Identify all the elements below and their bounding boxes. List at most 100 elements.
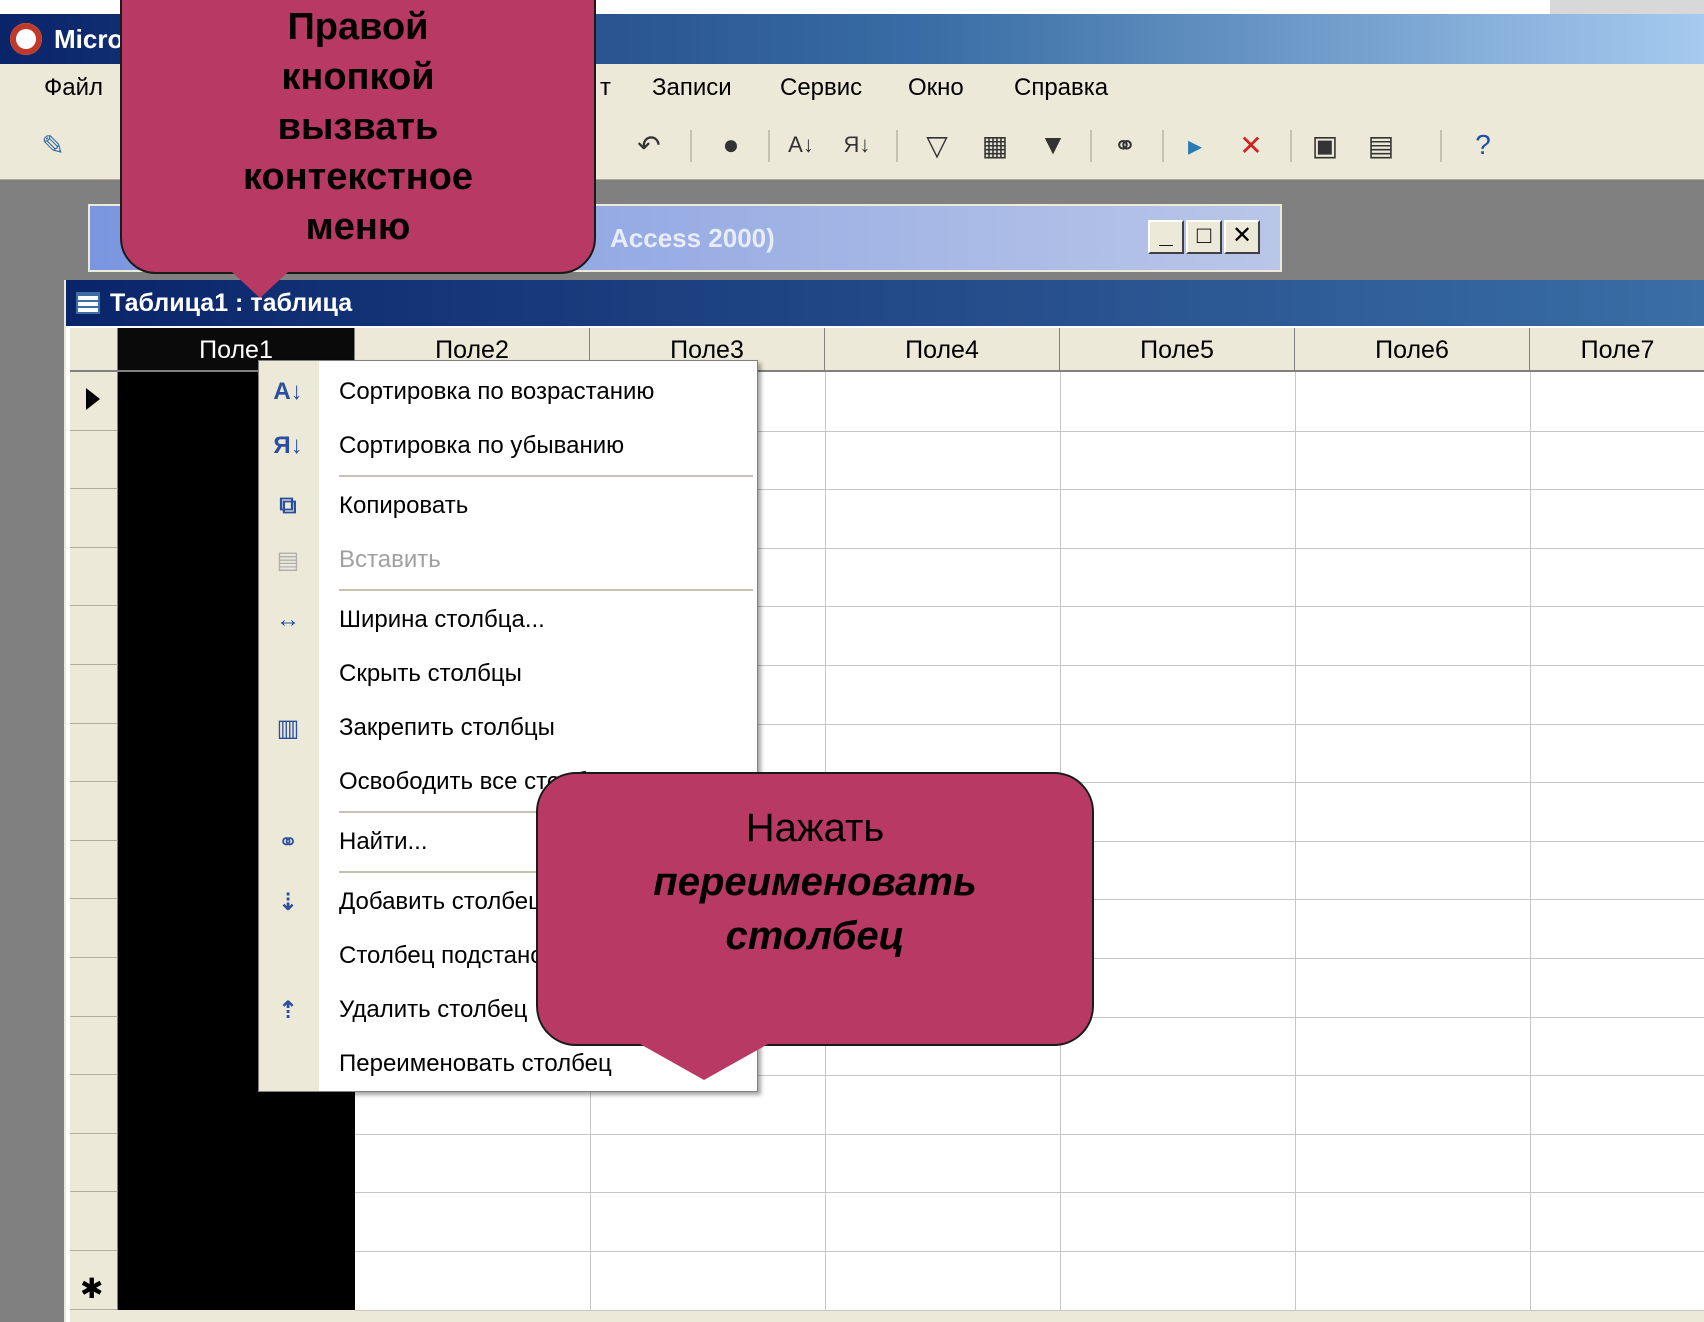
menu-item-sort-ascending[interactable]: A↓ Сортировка по возрастанию bbox=[259, 365, 757, 419]
paste-icon: ▤ bbox=[276, 546, 300, 574]
column-header-pole7[interactable]: Поле7 bbox=[1530, 328, 1704, 372]
toolbar-separator bbox=[1162, 130, 1164, 162]
row-selector[interactable] bbox=[70, 606, 118, 665]
menu-item-column-width[interactable]: ↔ Ширина столбца... bbox=[259, 593, 757, 647]
new-record-marker: ✱ bbox=[80, 1273, 104, 1304]
grid-column-line bbox=[1295, 372, 1296, 1310]
design-view-icon[interactable]: ✎ bbox=[34, 126, 72, 164]
menu-window[interactable]: Окно bbox=[908, 64, 964, 112]
grid-row-line bbox=[355, 1133, 1704, 1135]
toolbar-separator bbox=[690, 130, 692, 162]
row-selector[interactable] bbox=[70, 547, 118, 607]
menu-tools[interactable]: Сервис bbox=[780, 64, 862, 112]
callout-line: контекстное bbox=[243, 156, 473, 198]
table-icon bbox=[76, 292, 100, 314]
find-icon[interactable]: ● bbox=[712, 126, 750, 164]
new-object-icon[interactable]: ▤ bbox=[1362, 126, 1400, 164]
menu-item-paste: ▤ Вставить bbox=[259, 533, 757, 587]
select-all-corner[interactable] bbox=[70, 328, 118, 372]
column-header-pole4[interactable]: Поле4 bbox=[825, 328, 1060, 372]
binoculars-icon[interactable]: ⚭ bbox=[1106, 126, 1144, 164]
toolbar-separator bbox=[768, 130, 770, 162]
column-header-pole6[interactable]: Поле6 bbox=[1295, 328, 1530, 372]
menu-item-hide-columns[interactable]: Скрыть столбцы bbox=[259, 647, 757, 701]
row-selector[interactable] bbox=[70, 665, 118, 724]
corner-decoration bbox=[1550, 0, 1704, 14]
row-selector[interactable] bbox=[70, 1192, 118, 1251]
delete-column-icon: ⇡ bbox=[277, 996, 299, 1024]
row-selector[interactable] bbox=[70, 1133, 118, 1193]
menu-item-sort-descending[interactable]: Я↓ Сортировка по убыванию bbox=[259, 419, 757, 473]
binoculars-icon: ⚭ bbox=[277, 828, 299, 856]
callout-line: переименовать bbox=[653, 860, 977, 904]
sort-asc-icon[interactable]: A↓ bbox=[782, 126, 820, 164]
grid-row-line bbox=[355, 1192, 1704, 1194]
callout-right-click: Правой кнопкой вызвать контекстное меню bbox=[120, 0, 596, 274]
menu-file[interactable]: Файл bbox=[44, 64, 103, 112]
table-window-title: Таблица1 : таблица bbox=[66, 280, 1704, 326]
database-window-icon[interactable]: ▣ bbox=[1306, 126, 1344, 164]
callout-line: меню bbox=[305, 206, 411, 248]
column-header-pole5[interactable]: Поле5 bbox=[1060, 328, 1295, 372]
callout-line: вызвать bbox=[277, 106, 439, 148]
copy-icon: ⧉ bbox=[279, 492, 297, 519]
menu-format[interactable]: т bbox=[600, 64, 611, 112]
menu-item-label: Удалить столбец bbox=[339, 996, 528, 1023]
delete-record-icon[interactable]: ✕ bbox=[1232, 126, 1270, 164]
help-icon[interactable]: ? bbox=[1464, 126, 1502, 164]
menu-item-label: Ширина столбца... bbox=[339, 606, 545, 633]
row-selector[interactable] bbox=[70, 1016, 118, 1076]
menu-item-label: Сортировка по возрастанию bbox=[339, 378, 655, 405]
menu-item-label: Закрепить столбцы bbox=[339, 714, 555, 741]
row-selector[interactable] bbox=[70, 840, 118, 900]
menu-separator bbox=[339, 475, 753, 477]
callout-rename-column-pointer bbox=[640, 1044, 768, 1080]
new-record-icon[interactable]: ▸ bbox=[1176, 126, 1214, 164]
callout-rename-column: Нажать переименовать столбец bbox=[536, 772, 1094, 1046]
callout-line: кнопкой bbox=[281, 56, 435, 98]
row-selector[interactable] bbox=[70, 723, 118, 783]
menu-records[interactable]: Записи bbox=[652, 64, 732, 112]
app-title: Micro bbox=[54, 24, 124, 54]
toolbar-separator bbox=[1440, 130, 1442, 162]
row-selector[interactable] bbox=[70, 899, 118, 958]
undo-icon[interactable]: ↶ bbox=[630, 126, 668, 164]
callout-line: Правой bbox=[287, 6, 429, 48]
column-width-icon: ↔ bbox=[276, 606, 300, 633]
sort-desc-icon[interactable]: Я↓ bbox=[838, 126, 876, 164]
filter-form-icon[interactable]: ▦ bbox=[976, 126, 1014, 164]
menu-item-label: Добавить столбец bbox=[339, 888, 542, 915]
grid-row-line bbox=[355, 1309, 1704, 1311]
freeze-columns-icon: ▥ bbox=[276, 714, 300, 742]
close-button[interactable]: ✕ bbox=[1224, 220, 1260, 254]
grid-row-line bbox=[355, 1251, 1704, 1252]
row-selector[interactable] bbox=[70, 1075, 118, 1134]
row-selector[interactable] bbox=[70, 782, 118, 841]
screen: Micro Файл т Записи Сервис Окно Справка … bbox=[0, 0, 1704, 1322]
menu-item-copy[interactable]: ⧉ Копировать bbox=[259, 479, 757, 533]
row-selector[interactable] bbox=[70, 958, 118, 1017]
menu-item-label: Скрыть столбцы bbox=[339, 660, 522, 687]
minimize-button[interactable]: _ bbox=[1148, 220, 1184, 254]
filter-selection-icon[interactable]: ▽ bbox=[918, 126, 956, 164]
current-record-arrow-icon bbox=[86, 388, 100, 410]
menu-item-label: Сортировка по убыванию bbox=[339, 432, 625, 459]
row-selector[interactable] bbox=[70, 489, 118, 548]
callout-right-click-text: Правой кнопкой вызвать контекстное меню bbox=[122, 2, 594, 252]
menu-item-label: Вставить bbox=[339, 546, 441, 573]
callout-line: Нажать bbox=[745, 806, 885, 850]
toolbar-separator bbox=[896, 130, 898, 162]
callout-line: столбец bbox=[725, 914, 905, 958]
row-selector[interactable] bbox=[70, 430, 118, 490]
apply-filter-icon[interactable]: ▼ bbox=[1034, 126, 1072, 164]
maximize-button[interactable]: □ bbox=[1186, 220, 1222, 254]
menu-help[interactable]: Справка bbox=[1014, 64, 1108, 112]
access-app-icon bbox=[10, 23, 42, 55]
sort-asc-icon: A↓ bbox=[273, 378, 303, 405]
sort-desc-icon: Я↓ bbox=[273, 432, 303, 459]
toolbar-separator bbox=[1090, 130, 1092, 162]
grid-column-line bbox=[1530, 372, 1531, 1310]
menu-item-freeze-columns[interactable]: ▥ Закрепить столбцы bbox=[259, 701, 757, 755]
menu-item-label: Найти... bbox=[339, 828, 428, 855]
horizontal-scrollbar[interactable] bbox=[70, 1310, 1704, 1322]
